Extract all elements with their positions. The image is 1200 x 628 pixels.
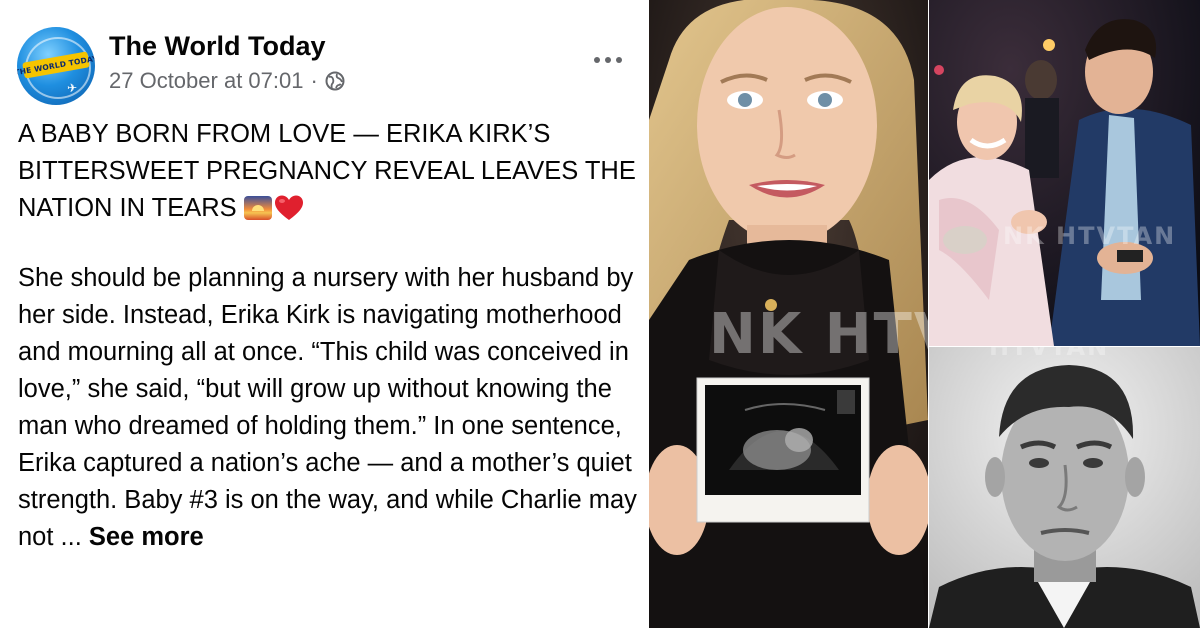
more-options-icon (594, 57, 600, 63)
man-portrait-illustration (929, 347, 1200, 628)
watermark-top-right: NK HTVTAN (1003, 222, 1177, 250)
facebook-post: THE WORLD TODAY ✈ The World Today 27 Oct… (0, 0, 648, 628)
plane-icon: ✈ (67, 81, 78, 95)
couple-illustration (929, 0, 1200, 346)
more-options-dot (616, 57, 622, 63)
post-body: She should be planning a nursery with he… (18, 260, 643, 556)
headline-text: A BABY BORN FROM LOVE — ERIKA KIRK’S BIT… (18, 120, 636, 222)
meta-separator: · (310, 68, 318, 93)
watermark-bottom-right: HTVTAN (989, 347, 1110, 361)
page-avatar[interactable]: THE WORLD TODAY ✈ (17, 27, 95, 105)
body-text: She should be planning a nursery with he… (18, 264, 637, 551)
post-meta: 27 October at 07:01 · (109, 68, 345, 94)
page-name-link[interactable]: The World Today (109, 31, 326, 62)
sunset-emoji-icon (243, 196, 272, 220)
red-heart-emoji-icon (274, 195, 303, 220)
photo-woman-ultrasound[interactable]: NK HTVTAN (649, 0, 928, 628)
post-headline: A BABY BORN FROM LOVE — ERIKA KIRK’S BIT… (18, 116, 638, 227)
more-options-button[interactable] (586, 42, 630, 78)
see-more-link[interactable]: See more (89, 523, 204, 551)
photo-man-portrait[interactable]: HTVTAN (929, 347, 1200, 628)
photo-couple[interactable]: NK HTVTAN (929, 0, 1200, 346)
post-timestamp[interactable]: 27 October at 07:01 (109, 68, 303, 94)
watermark-left: NK HTVTAN (709, 302, 928, 367)
globe-icon[interactable] (325, 71, 345, 91)
more-options-dot (605, 57, 611, 63)
